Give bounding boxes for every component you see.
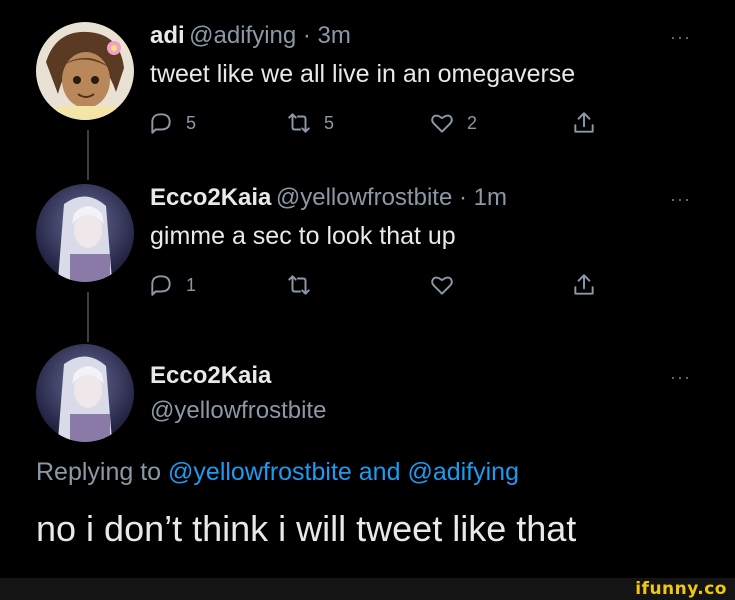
tweet2-reply-count: 1	[186, 274, 197, 295]
thread-line-1	[87, 130, 89, 180]
share-icon	[574, 112, 594, 133]
replying-to: Replying to @yellowfrostbite and @adifyi…	[36, 458, 519, 487]
tweet3-handle[interactable]: @yellowfrostbite	[150, 397, 326, 425]
reply-icon	[151, 113, 171, 134]
tweet1-display-name[interactable]: adi	[150, 22, 185, 49]
tweet2-more-icon[interactable]: ···	[670, 189, 691, 210]
tweet1-text: tweet like we all live in an omegaverse	[150, 60, 576, 88]
tweet3-text: no i don’t think i will tweet like that	[36, 508, 577, 549]
tweet1-retweet-count: 5	[324, 112, 335, 133]
watermark-bar	[0, 578, 735, 600]
replying-and: and	[358, 458, 401, 486]
thread-line-2	[87, 292, 89, 342]
heart-icon	[431, 276, 453, 295]
avatar-adi[interactable]	[36, 22, 134, 120]
share-icon	[574, 274, 594, 295]
replying-prefix: Replying to	[36, 458, 162, 486]
tweet2-share-button[interactable]	[571, 272, 597, 298]
tweet2-display-name[interactable]: Ecco2Kaia	[150, 184, 271, 211]
reply-icon	[151, 275, 171, 296]
tweet2-reply-button[interactable]: 1	[148, 272, 196, 298]
tweet3-more-icon[interactable]: ···	[670, 367, 691, 388]
heart-icon	[431, 114, 453, 133]
retweet-icon	[288, 113, 310, 133]
replying-user2-link[interactable]: @adifying	[407, 458, 519, 486]
avatar-ecco2kaia[interactable]	[36, 184, 134, 282]
tweet1-more-icon[interactable]: ···	[670, 27, 691, 48]
tweet1-handle-time[interactable]: @adifying · 3m	[189, 22, 351, 49]
tweet1-reply-count: 5	[186, 112, 197, 133]
tweet2-text: gimme a sec to look that up	[150, 222, 456, 250]
ifunny-watermark: ifunny.co	[635, 579, 727, 599]
tweet3-display-name[interactable]: Ecco2Kaia	[150, 362, 271, 390]
replying-user1-link[interactable]: @yellowfrostbite	[168, 458, 352, 486]
avatar-ecco2kaia-main[interactable]	[36, 344, 134, 442]
retweet-icon	[288, 275, 310, 295]
tweet1-retweet-button[interactable]: 5	[286, 110, 334, 136]
tweet1-reply-button[interactable]: 5	[148, 110, 196, 136]
tweet2-retweet-button[interactable]	[286, 272, 324, 298]
tweet1-like-button[interactable]: 2	[429, 110, 477, 136]
tweet2-handle-time[interactable]: @yellowfrostbite · 1m	[276, 184, 507, 211]
tweet1-like-count: 2	[467, 112, 478, 133]
tweet2-like-button[interactable]	[429, 272, 467, 298]
tweet1-share-button[interactable]	[571, 110, 597, 136]
